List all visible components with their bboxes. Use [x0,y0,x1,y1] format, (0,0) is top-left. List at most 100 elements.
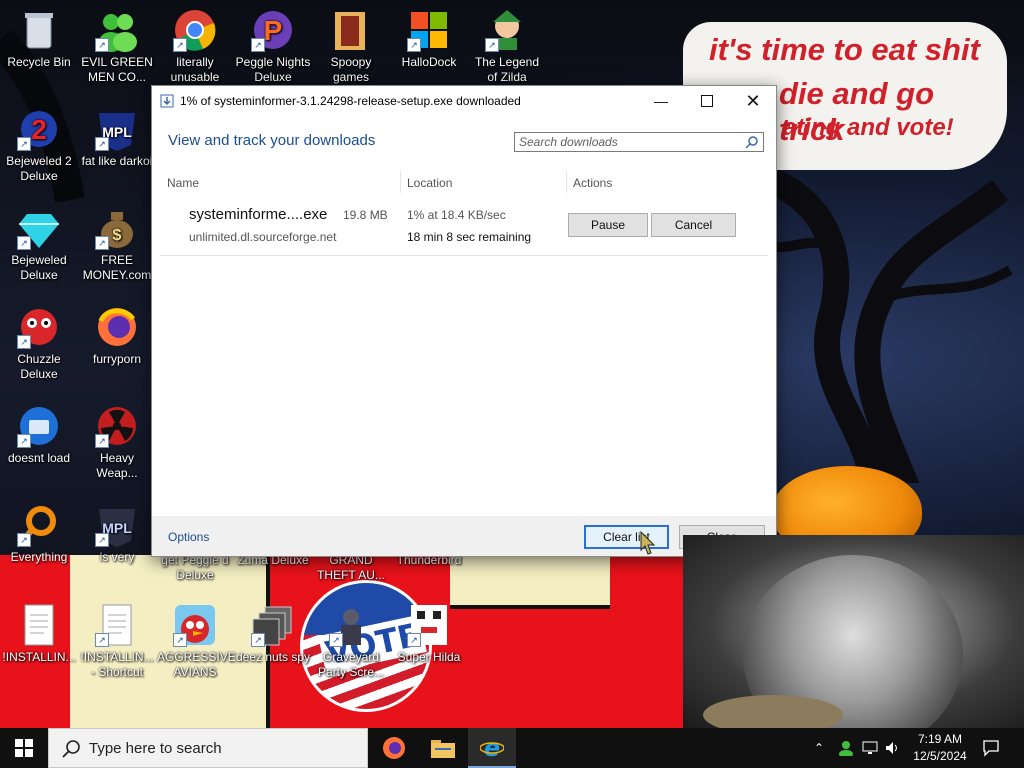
desktop-icon-peggle-nights[interactable]: P ↗ Peggle Nights Deluxe [235,8,311,85]
cursor-icon [640,530,656,555]
desktop-icon-deez-nuts[interactable]: ↗ deez nuts spy [235,603,311,665]
peggle-icon: P ↗ [251,8,295,52]
svg-text:P: P [264,15,283,46]
close-icon: ✕ [745,90,761,111]
seed-pile [703,695,843,728]
volume-icon [886,742,897,754]
desktop-icon-heavy-weap[interactable]: ↗ Heavy Weap... [79,404,155,481]
clear-list-button[interactable]: Clear list [584,525,669,549]
desktop-icon-spoopy-games[interactable]: Spoopy games [313,8,389,85]
network-icon [862,741,878,754]
clock-time: 7:19 AM [917,732,963,746]
super-hilda-icon: ↗ [407,603,451,647]
taskbar-file-explorer[interactable] [419,728,467,768]
chuzzle-icon: ↗ [17,305,61,349]
svg-text:e: e [484,735,500,759]
download-manager-window: 1% of systeminformer-3.1.24298-release-s… [151,85,777,557]
search-downloads-input[interactable]: Search downloads [514,132,764,152]
desktop-icon-chuzzle[interactable]: ↗ Chuzzle Deluxe [1,305,77,382]
download-time-remaining: 18 min 8 sec remaining [407,230,532,244]
show-hidden-icons-button[interactable]: ⌃ [814,728,830,768]
desktop-icon-installing-shortcut[interactable]: ↗ !INSTALLIN... - Shortcut [79,603,155,680]
download-host: unlimited.dl.sourceforge.net [189,230,337,244]
money-bag-icon: $ ↗ [95,206,139,250]
minimize-icon: — [654,93,668,109]
window-stack-icon: ↗ [251,603,295,647]
tray-volume[interactable] [884,728,900,768]
desktop-icon-gta[interactable]: GRAND THEFT AU... [313,553,389,583]
recycle-bin-icon [17,8,61,52]
desktop-icon-evil-green-men[interactable]: ↗ EVIL GREEN MEN CO... [79,8,155,85]
webcam-overlay [683,535,1024,728]
desktop-icon-bejeweled[interactable]: ↗ Bejeweled Deluxe [1,206,77,283]
column-header-actions: Actions [573,176,613,190]
row-divider [160,255,768,256]
notification-icon [983,740,999,757]
minimize-button[interactable]: — [638,86,684,116]
windows-logo-icon: ↗ [407,8,451,52]
text-file-icon [17,603,61,647]
window-titlebar[interactable]: 1% of systeminformer-3.1.24298-release-s… [152,86,776,116]
desktop-icon-hallodock[interactable]: ↗ HalloDock [391,8,467,70]
start-button[interactable] [0,728,48,768]
desktop-icon-is-very[interactable]: MPL ↗ is very [79,503,155,565]
folder-icon [329,8,373,52]
diamond-icon: ↗ [17,206,61,250]
taskbar-search-placeholder: Type here to search [89,739,222,757]
taskbar-internet-explorer[interactable]: e [468,728,516,768]
desktop-icon-get-peggle[interactable]: get Peggle d Deluxe [157,553,233,583]
desktop-icon-fat-like-darkoi[interactable]: MPL ↗ fat like darkoi [79,107,155,169]
desktop-icon-aggressive-avians[interactable]: ↗ AGGRESSIVE AVIANS [157,603,236,680]
text-file-shortcut-icon: ↗ [95,603,139,647]
options-link[interactable]: Options [168,530,209,544]
radiation-icon: ↗ [95,404,139,448]
angry-bird-icon: ↗ [173,603,217,647]
downloads-heading: View and track your downloads [168,132,376,149]
column-header-name[interactable]: Name [167,176,199,190]
speech-line-3: ating and vote! [783,114,954,141]
windows-start-icon [15,739,33,757]
action-center-button[interactable] [982,728,1000,768]
window-title: 1% of systeminformer-3.1.24298-release-s… [180,94,521,108]
tray-people[interactable] [838,728,854,768]
desktop-icon-furryporn[interactable]: furryporn [79,305,155,367]
cancel-button[interactable]: Cancel [651,213,736,237]
tray-network[interactable] [862,728,878,768]
desktop-icon-free-money[interactable]: $ ↗ FREE MONEY.com [79,206,155,283]
bejeweled-2-icon: 2 ↗ [17,107,61,151]
thunderbird-icon: ↗ [17,404,61,448]
internet-explorer-icon: e [480,735,504,759]
desktop-icon-installing[interactable]: !INSTALLIN... [1,603,77,665]
pause-button[interactable]: Pause [568,213,648,237]
desktop-icon-literally-unusable[interactable]: ↗ literally unusable [157,8,233,85]
maximize-icon [701,95,713,107]
download-filename[interactable]: systeminforme....exe [189,206,327,223]
taskbar-search-box[interactable]: Type here to search [48,728,368,768]
clock-date: 12/5/2024 [913,749,967,763]
zilda-icon: ↗ [485,8,529,52]
maximize-button[interactable] [684,86,730,116]
column-separator [566,171,567,193]
taskbar: Type here to search e ⌃ 7:19 AM 12/5/202… [0,728,1024,768]
taskbar-firefox[interactable] [370,728,418,768]
desktop-icon-super-hilda[interactable]: ↗ Super Hilda [391,603,467,665]
speech-line-1: it's time to eat shit [709,32,980,67]
desktop-icon-doesnt-load[interactable]: ↗ doesnt load [1,404,77,466]
desktop-icon-everything[interactable]: ↗ Everything [1,503,77,565]
svg-text:2: 2 [31,114,47,145]
desktop-icon-recycle-bin[interactable]: Recycle Bin [1,8,77,70]
desktop-icon-graveyard[interactable]: ↗ Graveyard Party Scre... [313,603,389,680]
graveyard-icon: ↗ [329,603,373,647]
taskbar-clock[interactable]: 7:19 AM 12/5/2024 [900,731,980,765]
close-window-button[interactable]: ✕ [730,86,776,116]
column-separator [400,171,401,193]
desktop-icon-legend-of-zilda[interactable]: ↗ The Legend of Zilda [469,8,545,85]
search-icon [62,740,80,758]
desktop-icon-bejeweled-2[interactable]: 2 ↗ Bejeweled 2 Deluxe [1,107,77,184]
firefox-icon [95,305,139,349]
svg-text:$: $ [113,227,122,244]
chrome-icon: ↗ [173,8,217,52]
search-icon[interactable] [745,135,759,149]
cartoon-cream-area-2 [450,555,610,609]
column-header-location[interactable]: Location [407,176,452,190]
